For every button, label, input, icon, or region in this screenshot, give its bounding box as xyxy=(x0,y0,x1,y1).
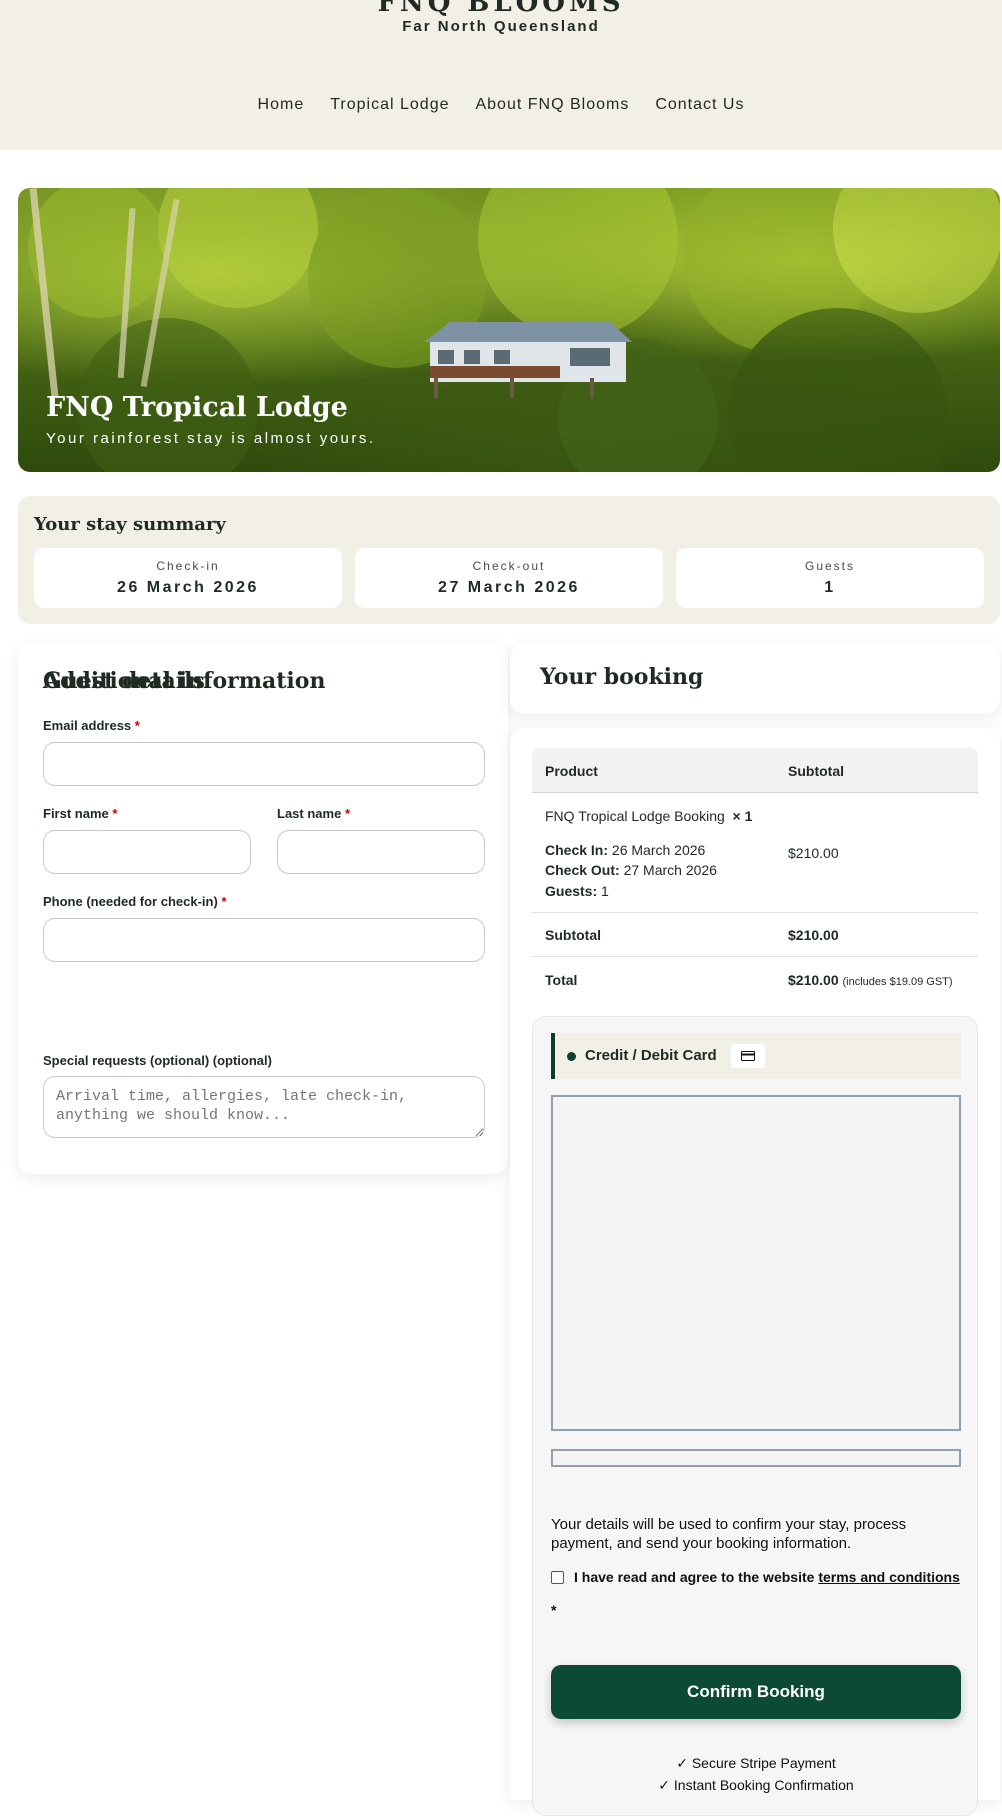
assurance-instant-confirmation: ✓ Instant Booking Confirmation xyxy=(658,1777,854,1793)
email-label: Email address * xyxy=(43,718,140,733)
special-requests-input[interactable] xyxy=(43,1076,485,1138)
product-name: FNQ Tropical Lodge Booking × 1 xyxy=(545,808,753,824)
checkin-value: 26 March 2026 xyxy=(117,579,259,596)
first-name-field[interactable] xyxy=(43,830,251,874)
divider xyxy=(532,956,978,957)
total-value: $210.00 (includes $19.09 GST) xyxy=(788,972,953,988)
guests-label: Guests xyxy=(804,559,855,573)
brand-subtitle: Far North Queensland xyxy=(402,18,600,35)
line-price: $210.00 xyxy=(788,845,839,861)
lodge-house-image xyxy=(424,322,632,398)
credit-card-icon xyxy=(731,1044,765,1068)
booking-checkout: Check Out: 27 March 2026 xyxy=(545,862,717,878)
checkout-value: 27 March 2026 xyxy=(438,579,580,596)
card-payment-frame[interactable] xyxy=(551,1095,961,1431)
phone-field[interactable] xyxy=(43,918,485,962)
payment-frame-strip[interactable] xyxy=(551,1449,961,1467)
checkin-label: Check-in xyxy=(156,559,220,573)
confirm-booking-button[interactable]: Confirm Booking xyxy=(551,1665,961,1719)
terms-required-mark: * xyxy=(551,1602,557,1618)
terms-checkbox[interactable] xyxy=(551,1571,564,1584)
nav-contact[interactable]: Contact Us xyxy=(655,96,744,114)
nav-tropical-lodge[interactable]: Tropical Lodge xyxy=(330,96,449,114)
divider xyxy=(532,792,978,793)
checkout-card: Check-out 27 March 2026 xyxy=(355,548,663,608)
hero-subtitle: Your rainforest stay is almost yours. xyxy=(46,430,376,447)
col-subtotal: Subtotal xyxy=(788,763,844,779)
stay-summary: Your stay summary Check-in 26 March 2026… xyxy=(18,496,1000,624)
checkin-card: Check-in 26 March 2026 xyxy=(34,548,342,608)
subtotal-value: $210.00 xyxy=(788,927,839,943)
terms-prefix: I have read and agree to the website xyxy=(574,1569,815,1585)
your-booking-title: Your booking xyxy=(540,664,704,690)
nav-home[interactable]: Home xyxy=(258,96,305,114)
special-requests-label: Special requests (optional) (optional) xyxy=(43,1053,272,1068)
your-booking-card: Your booking xyxy=(510,644,1000,714)
email-field[interactable] xyxy=(43,742,485,786)
hero-title: FNQ Tropical Lodge xyxy=(46,392,348,423)
payment-method-card[interactable]: Credit / Debit Card xyxy=(551,1033,961,1079)
payment-box: Credit / Debit Card Your details will be… xyxy=(532,1016,978,1816)
additional-info-title: Additional information xyxy=(43,668,326,694)
site-header: FNQ BLOOMS Far North Queensland Home Tro… xyxy=(0,0,1002,150)
stay-summary-title: Your stay summary xyxy=(34,514,226,535)
booking-guests: Guests: 1 xyxy=(545,883,609,899)
guest-details-card: Guest details Email address * First name… xyxy=(18,644,508,1174)
guests-value: 1 xyxy=(824,579,836,596)
terms-row: I have read and agree to the website ter… xyxy=(551,1561,961,1627)
terms-link[interactable]: terms and conditions xyxy=(818,1569,960,1585)
last-name-field[interactable] xyxy=(277,830,485,874)
main-nav: Home Tropical Lodge About FNQ Blooms Con… xyxy=(0,96,1002,114)
radio-selected-icon[interactable] xyxy=(567,1052,576,1061)
brand-title[interactable]: FNQ BLOOMS xyxy=(0,0,1002,18)
total-label: Total xyxy=(545,972,578,988)
last-name-label: Last name * xyxy=(277,806,350,821)
assurance-secure-payment: ✓ Secure Stripe Payment xyxy=(676,1755,836,1771)
privacy-notice: Your details will be used to confirm you… xyxy=(551,1516,907,1552)
guests-card: Guests 1 xyxy=(676,548,984,608)
subtotal-label: Subtotal xyxy=(545,927,601,943)
nav-about[interactable]: About FNQ Blooms xyxy=(475,96,629,114)
divider xyxy=(532,912,978,913)
booking-checkin: Check In: 26 March 2026 xyxy=(545,842,706,858)
checkout-label: Check-out xyxy=(472,559,546,573)
first-name-label: First name * xyxy=(43,806,118,821)
col-product: Product xyxy=(545,763,598,779)
phone-label: Phone (needed for check-in) * xyxy=(43,894,227,909)
order-table-header: Product Subtotal xyxy=(532,748,978,792)
payment-method-label: Credit / Debit Card xyxy=(585,1047,717,1064)
order-review-card: Product Subtotal FNQ Tropical Lodge Book… xyxy=(510,728,1000,1816)
